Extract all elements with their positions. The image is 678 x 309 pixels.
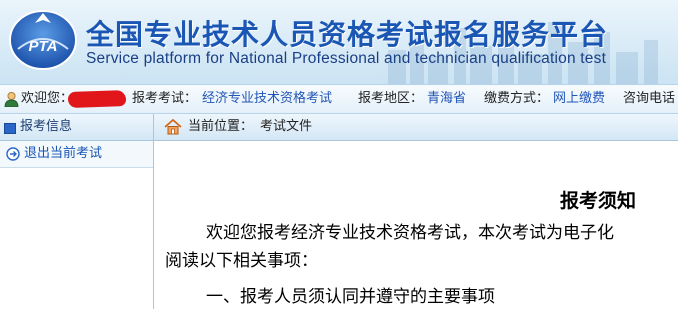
user-icon — [4, 92, 19, 107]
breadcrumb: 当前位置： 考试文件 — [154, 114, 678, 141]
exam-label: 报考考试： — [132, 91, 198, 106]
payment-value: 网上缴费 — [553, 91, 606, 106]
sidebar-header-label: 报考信息 — [20, 119, 73, 134]
section-square-icon — [4, 123, 16, 134]
document-paragraph: 阅读以下相关事项： — [165, 251, 318, 271]
payment-label: 缴费方式： — [484, 91, 550, 106]
user-info-bar: 欢迎您： 报考考试： 经济专业技术资格考试 报考地区： 青海省 缴费方式： 网上… — [0, 84, 678, 114]
header-banner: PTA 全国专业技术人员资格考试报名服务平台 Service platform … — [0, 0, 678, 84]
breadcrumb-label: 当前位置： — [188, 119, 254, 134]
sidebar-item-label[interactable]: 退出当前考试 — [24, 146, 102, 161]
sidebar-item-exit-exam[interactable]: 退出当前考试 — [0, 141, 153, 168]
svg-text:PTA: PTA — [29, 38, 58, 55]
breadcrumb-current: 考试文件 — [260, 119, 313, 134]
sidebar: 报考信息 退出当前考试 — [0, 114, 154, 309]
welcome-label: 欢迎您： — [21, 91, 74, 106]
document-content: 报考须知 欢迎您报考经济专业技术资格考试，本次考试为电子化 阅读以下相关事项： … — [154, 141, 678, 309]
region-label: 报考地区： — [358, 91, 424, 106]
document-section-heading: 一、报考人员须认同并遵守的主要事项 — [206, 287, 495, 307]
site-title: 全国专业技术人员资格考试报名服务平台 — [86, 18, 609, 51]
region-value: 青海省 — [427, 91, 467, 106]
document-title: 报考须知 — [560, 190, 637, 212]
document-paragraph: 欢迎您报考经济专业技术资格考试，本次考试为电子化 — [206, 223, 614, 243]
sidebar-header: 报考信息 — [0, 114, 153, 141]
phone-label: 咨询电话 — [623, 91, 676, 106]
site-subtitle: Service platform for National Profession… — [86, 50, 607, 67]
home-icon[interactable] — [164, 119, 182, 135]
pta-logo-icon: PTA — [9, 10, 77, 70]
exam-value: 经济专业技术资格考试 — [202, 91, 333, 106]
arrow-circle-icon — [6, 147, 20, 161]
redacted-username — [67, 89, 127, 109]
